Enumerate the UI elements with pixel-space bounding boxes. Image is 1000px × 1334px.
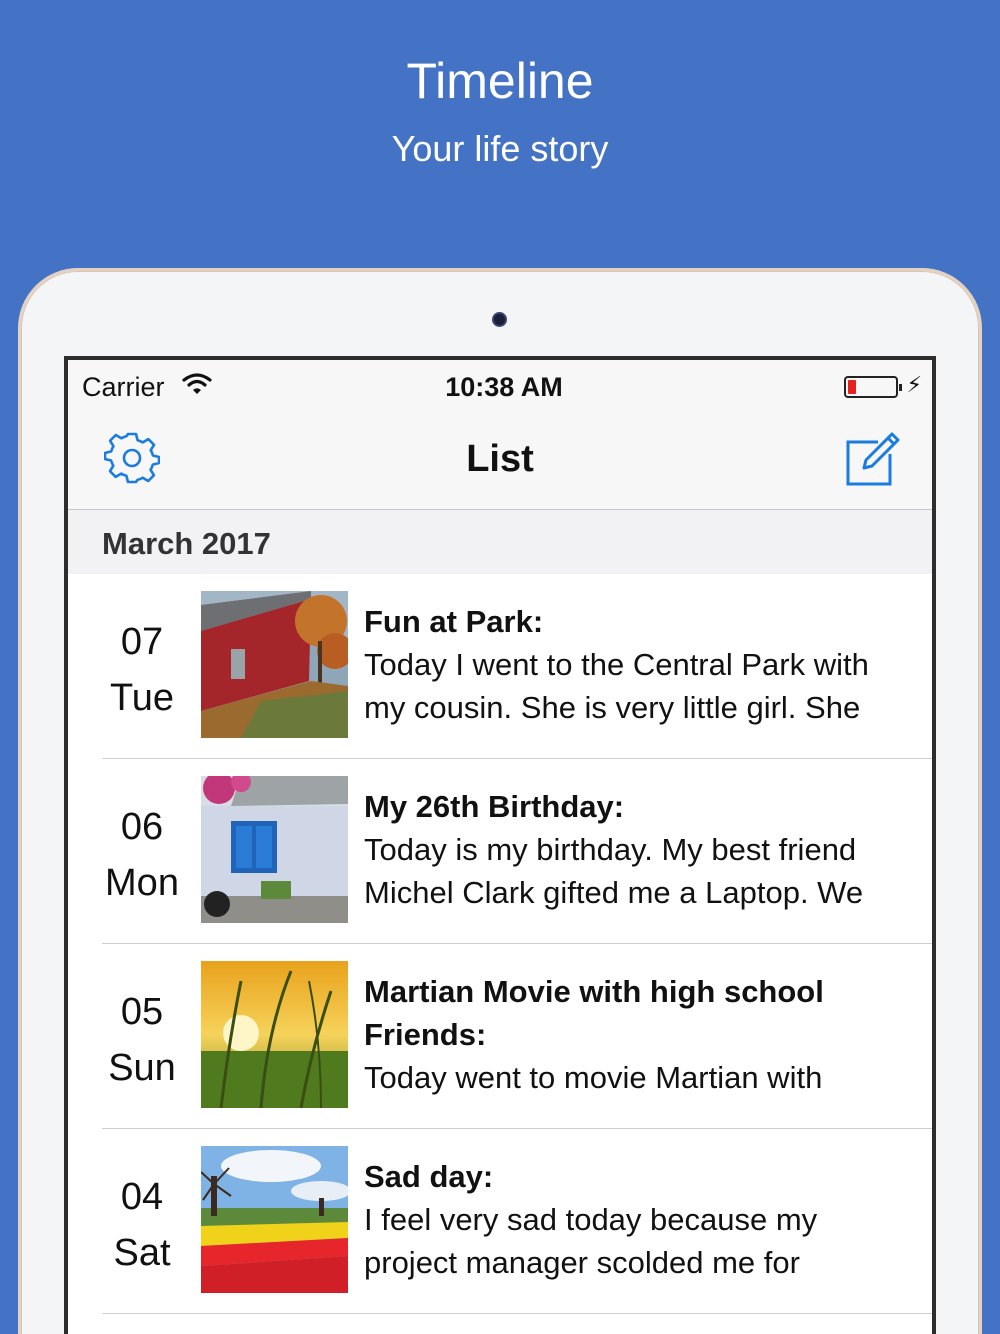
list-item[interactable]: 04 Sat Sad day: I feel very sad today be… [68, 1129, 932, 1314]
entry-preview-line: Michel Clark gifted me a Laptop. We [364, 875, 864, 910]
entry-thumbnail [201, 776, 348, 923]
entry-day: 05 [120, 991, 164, 1033]
entry-day: 04 [120, 1176, 164, 1218]
section-header: March 2017 [68, 510, 932, 574]
status-bar: Carrier 10:38 AM ⚡ [68, 360, 932, 412]
list-item[interactable]: 07 Tue Fun at Park: Today I went to the … [68, 574, 932, 759]
navigation-bar: List [68, 412, 932, 510]
status-time: 10:38 AM [445, 372, 563, 402]
compose-icon[interactable] [842, 428, 902, 488]
entry-content: Martian Movie with high school Friends: … [364, 970, 924, 1099]
promo-subtitle: Your life story [391, 128, 609, 169]
entry-weekday: Mon [105, 862, 179, 904]
entry-preview-line: project manager scolded me for [364, 1245, 800, 1280]
entry-weekday: Sun [108, 1047, 176, 1089]
entry-title: Fun at Park: [364, 604, 544, 639]
entry-title: My 26th Birthday: [364, 789, 625, 824]
entry-date: 04 Sat [102, 1169, 182, 1281]
entry-thumbnail [201, 1146, 348, 1293]
camera-icon [492, 312, 507, 327]
list-item[interactable]: 05 Sun Martian Movie with high school Fr… [68, 944, 932, 1129]
entry-content: Fun at Park: Today I went to the Central… [364, 600, 924, 729]
entry-preview-line: I feel very sad today because my [364, 1202, 818, 1237]
entry-weekday: Tue [109, 677, 175, 719]
promo-title: Timeline [406, 53, 594, 109]
entry-preview-line: Today went to movie Martian with [364, 1060, 823, 1095]
entry-preview-line: Today I went to the Central Park with [364, 647, 869, 682]
entry-thumbnail [201, 961, 348, 1108]
entry-date: 07 Tue [102, 614, 182, 726]
entry-title: Martian Movie with high school [364, 974, 824, 1009]
entry-day: 06 [120, 806, 164, 848]
entry-thumbnail [201, 591, 348, 738]
entry-weekday: Sat [113, 1232, 171, 1274]
entry-title: Sad day: [364, 1159, 494, 1194]
battery-icon [844, 376, 902, 398]
entry-list: 07 Tue Fun at Park: Today I went to the … [68, 574, 932, 1314]
entry-date: 05 Sun [102, 984, 182, 1096]
app-screen: Carrier 10:38 AM ⚡ List March 2017 07 Tu… [64, 356, 936, 1334]
entry-preview-line: Today is my birthday. My best friend [364, 832, 857, 867]
entry-title: Friends: [364, 1017, 487, 1052]
entry-day: 07 [120, 621, 164, 663]
list-item[interactable]: 06 Mon My 26th Birthday: Today is my bir… [68, 759, 932, 944]
charging-icon: ⚡ [906, 372, 922, 397]
entry-content: My 26th Birthday: Today is my birthday. … [364, 785, 924, 914]
entry-date: 06 Mon [102, 799, 182, 911]
page-title: List [466, 438, 534, 480]
entry-content: Sad day: I feel very sad today because m… [364, 1155, 924, 1284]
entry-preview-line: my cousin. She is very little girl. She [364, 690, 861, 725]
